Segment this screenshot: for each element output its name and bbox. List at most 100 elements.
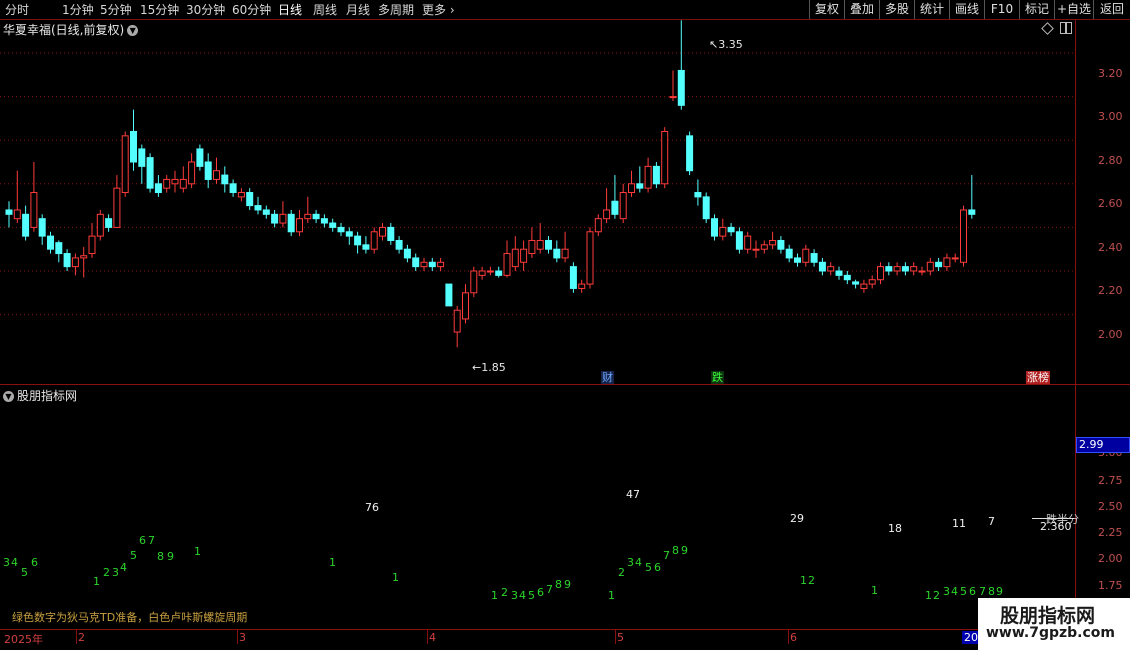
candle-body: [619, 192, 627, 220]
period-tab-weekly[interactable]: 周线: [313, 1, 337, 18]
candle-body: [395, 239, 403, 250]
period-tab-15min[interactable]: 15分钟: [140, 1, 179, 18]
candle: [578, 279, 586, 293]
candle: [345, 227, 353, 245]
statistics-button[interactable]: 统计: [914, 0, 949, 19]
candle-body: [80, 255, 88, 259]
candle-body: [38, 218, 46, 237]
td-setup-number: 1: [329, 556, 336, 569]
td-setup-number: 2: [618, 566, 625, 579]
candlestick-chart[interactable]: [0, 20, 1075, 384]
indicator-title[interactable]: ▼ 股朋指标网: [3, 387, 77, 404]
candle: [586, 227, 594, 289]
candle: [337, 223, 345, 237]
f10-button[interactable]: F10: [984, 0, 1019, 19]
td-setup-number: 1: [925, 589, 932, 602]
candle-body: [545, 239, 552, 250]
candle: [926, 257, 934, 276]
candle-body: [628, 183, 635, 194]
period-tab-fenshi[interactable]: 分时: [5, 1, 29, 18]
time-tick: [615, 630, 616, 644]
candle: [735, 227, 743, 254]
candle: [428, 257, 436, 271]
current-indicator-value: 2.99: [1076, 437, 1130, 453]
candle-body: [785, 248, 793, 259]
time-axis-top-border: [0, 629, 1130, 630]
candle: [852, 279, 860, 289]
draw-line-button[interactable]: 画线: [949, 0, 984, 19]
candle: [395, 236, 403, 254]
fuquan-button[interactable]: 复权: [809, 0, 844, 19]
period-tab-30min[interactable]: 30分钟: [186, 1, 225, 18]
time-tick: [427, 630, 428, 644]
indicator-description: 绿色数字为狄马克TD准备，白色卢咔斯螺旋周期: [12, 611, 248, 624]
candle: [569, 262, 577, 293]
candle: [304, 196, 312, 224]
multi-stock-button[interactable]: 多股: [879, 0, 914, 19]
period-tab-multi[interactable]: 多周期: [378, 1, 414, 18]
candle-body: [694, 192, 702, 198]
period-tab-1min[interactable]: 1分钟: [62, 1, 94, 18]
period-tab-60min[interactable]: 60分钟: [232, 1, 271, 18]
candle: [22, 205, 30, 241]
drop-tag[interactable]: 跌: [711, 371, 724, 384]
candle: [13, 170, 21, 224]
candle: [893, 262, 901, 276]
candle: [55, 240, 63, 263]
candle-body: [528, 239, 536, 255]
period-tab-daily[interactable]: 日线: [278, 1, 302, 18]
candle: [213, 157, 220, 184]
td-setup-number: 1: [800, 574, 807, 587]
candle: [702, 192, 710, 224]
candle-body: [586, 231, 594, 285]
period-tab-more[interactable]: 更多 ›: [422, 1, 455, 18]
td-setup-number: 5: [21, 566, 28, 579]
candle-body: [810, 253, 818, 263]
candle: [5, 201, 13, 228]
candle: [279, 201, 287, 228]
price-tick: 2.80: [1098, 154, 1123, 167]
candle-body: [379, 226, 386, 237]
add-watchlist-button[interactable]: +自选: [1054, 0, 1093, 19]
candle-body: [337, 226, 345, 233]
td-setup-number: 6: [31, 556, 38, 569]
lucas-cycle-number: 76: [365, 501, 379, 514]
rise-list-tag[interactable]: 涨榜: [1026, 371, 1050, 384]
candle: [362, 236, 370, 254]
candle: [105, 214, 113, 232]
candle: [196, 144, 204, 171]
finance-tag[interactable]: 财: [601, 371, 614, 384]
td-setup-number: 5: [645, 561, 652, 574]
candle: [802, 244, 810, 267]
td-setup-number: 1: [871, 584, 878, 597]
back-button[interactable]: 返回: [1093, 0, 1130, 19]
mark-button[interactable]: 标记: [1019, 0, 1054, 19]
period-tab-5min[interactable]: 5分钟: [100, 1, 132, 18]
candle-body: [603, 209, 611, 220]
candle: [470, 266, 478, 298]
lucas-cycle-number: 11: [952, 517, 966, 530]
candle-body: [520, 248, 528, 263]
period-tab-monthly[interactable]: 月线: [346, 1, 370, 18]
candle-body: [918, 270, 926, 273]
candle: [744, 231, 752, 254]
overlay-button[interactable]: 叠加: [844, 0, 879, 19]
candle: [536, 223, 544, 254]
candle-body: [47, 235, 54, 250]
price-axis-divider: [1075, 20, 1076, 630]
td-setup-number: 5: [960, 585, 967, 598]
candle-body: [262, 209, 270, 215]
candle: [154, 175, 162, 197]
td-setup-number: 9: [167, 550, 174, 563]
chevron-down-icon[interactable]: ▼: [3, 391, 14, 402]
candle: [835, 266, 843, 280]
candle-body: [935, 261, 943, 268]
low-price-value: 1.85: [481, 361, 506, 374]
candle-body: [835, 270, 843, 276]
candle-body: [96, 213, 104, 237]
candle: [528, 227, 536, 258]
td-setup-number: 2: [501, 586, 508, 599]
td-setup-number: 9: [564, 578, 571, 591]
high-price-annotation: ↖3.35: [709, 38, 743, 51]
candle-body: [735, 231, 743, 250]
